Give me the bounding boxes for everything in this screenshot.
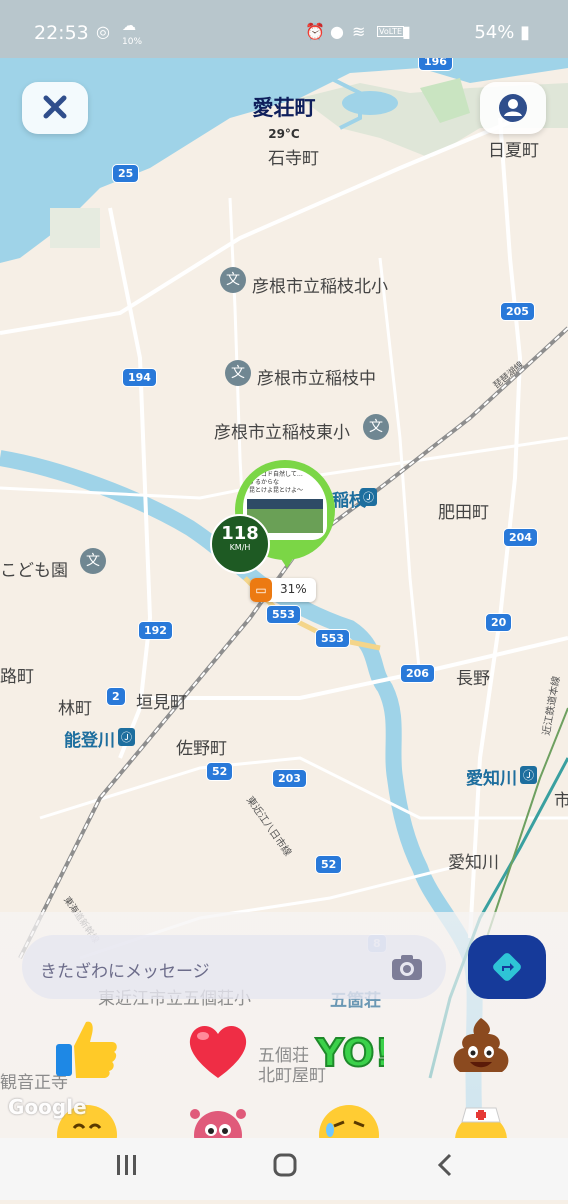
battery-level: 54% ▮ — [474, 22, 530, 43]
clock: 22:53 — [34, 22, 89, 44]
route-shield: 52 — [315, 855, 343, 874]
place-label: 路町 — [0, 667, 34, 687]
camera-button[interactable] — [390, 952, 424, 982]
thumb-text: …ナゴド自然して… — [249, 471, 303, 478]
place-label: 垣見町 — [136, 693, 187, 713]
speed-value: 118 — [221, 523, 259, 544]
route-shield: 20 — [485, 613, 513, 632]
google-logo: Google — [8, 1095, 87, 1119]
instagram-icon: ◎ — [96, 22, 110, 41]
place-label: 肥田町 — [438, 503, 489, 523]
route-shield: 192 — [138, 621, 173, 640]
navigate-button[interactable] — [468, 935, 546, 999]
sad-icon — [319, 1105, 379, 1138]
signal-icon: ▮ — [402, 22, 411, 41]
svg-text:YO!: YO! — [315, 1031, 384, 1075]
place-label: 林町 — [58, 699, 92, 719]
place-label: 愛知川 — [448, 853, 499, 873]
battery-icon: ▭ — [250, 578, 272, 602]
volte-icon: VoLTE — [377, 26, 405, 37]
route-shield: 553 — [315, 629, 350, 648]
recents-button[interactable] — [100, 1140, 156, 1196]
heart-icon — [189, 1025, 247, 1078]
close-icon — [43, 95, 67, 119]
reaction-yo[interactable]: YO! — [314, 1016, 393, 1086]
thumbs-up-icon — [56, 1021, 117, 1078]
alarm-icon: ⏰ — [305, 22, 325, 41]
train-icon: Ⓙ — [360, 488, 377, 506]
route-shield: 194 — [122, 368, 157, 387]
route-shield: 204 — [503, 528, 538, 547]
wifi-icon: ≋ — [352, 22, 366, 41]
speed-unit: KM/H — [229, 543, 251, 552]
navigate-icon — [493, 953, 521, 981]
profile-icon — [499, 94, 527, 122]
route-shield: 2 — [106, 687, 126, 706]
yo-icon: YO! — [314, 1030, 393, 1076]
route-shield: 553 — [266, 605, 301, 624]
reaction-nurse[interactable] — [446, 1100, 516, 1138]
place-label: 彦根市立稲枝東小 — [214, 423, 350, 443]
poop-icon — [453, 1018, 509, 1072]
thumb-text: するからな — [249, 479, 280, 486]
route-shield: 52 — [206, 762, 234, 781]
message-placeholder: きたざわにメッセージ — [40, 962, 210, 982]
thumb-text: 昆とけよ昆とけよ～ — [249, 487, 304, 494]
place-label: 長野 — [456, 669, 490, 689]
weather-icon: ☁ — [122, 18, 136, 34]
place-label: 彦根市立稲枝中 — [257, 369, 376, 389]
place-label: 日夏町 — [488, 141, 539, 161]
home-button[interactable] — [257, 1140, 313, 1196]
school-icon: 文 — [225, 360, 251, 386]
reaction-virus[interactable] — [183, 1100, 253, 1138]
reaction-poop[interactable] — [446, 1014, 516, 1084]
place-label: 石寺町 — [268, 149, 319, 169]
route-shield: 203 — [272, 769, 307, 788]
route-shield: 196 — [418, 58, 453, 71]
marker-pointer — [279, 556, 295, 568]
route-shield: 25 — [112, 164, 140, 183]
camera-icon — [392, 955, 422, 980]
place-label: 佐野町 — [176, 739, 227, 759]
train-icon: Ⓙ — [118, 728, 135, 746]
route-shield: 206 — [400, 664, 435, 683]
virus-icon — [190, 1109, 246, 1138]
status-bar: 22:53 ◎ ☁ 10% ⏰ ● ≋ VoLTE ▮ 54% ▮ — [0, 0, 568, 58]
school-icon: 文 — [363, 414, 389, 440]
location-icon: ● — [330, 22, 344, 41]
nurse-icon — [455, 1107, 507, 1138]
back-button[interactable] — [418, 1140, 474, 1196]
place-label: 市 — [554, 791, 568, 811]
weather-precip: 10% — [122, 37, 143, 47]
close-button[interactable] — [22, 82, 88, 134]
page-title: 愛荘町 — [252, 96, 316, 120]
profile-button[interactable] — [480, 82, 546, 134]
route-shield: 205 — [500, 302, 535, 321]
reaction-thumbs-up[interactable] — [52, 1016, 122, 1086]
battery-percent: 31% — [280, 582, 307, 596]
reaction-sad[interactable] — [314, 1100, 384, 1138]
reaction-heart[interactable] — [183, 1016, 253, 1086]
speed-badge: 118 KM/H — [210, 514, 270, 574]
train-icon: Ⓙ — [520, 766, 537, 784]
place-label: 彦根市立稲枝北小 — [252, 277, 388, 297]
temperature: 29°C — [268, 127, 300, 141]
school-icon: 文 — [80, 548, 106, 574]
battery-chip: ▭ 31% — [250, 578, 316, 602]
school-icon: 文 — [220, 267, 246, 293]
place-label: こども園 — [0, 561, 68, 581]
station-label: 愛知川 — [466, 769, 517, 789]
station-label: 能登川 — [64, 731, 115, 751]
